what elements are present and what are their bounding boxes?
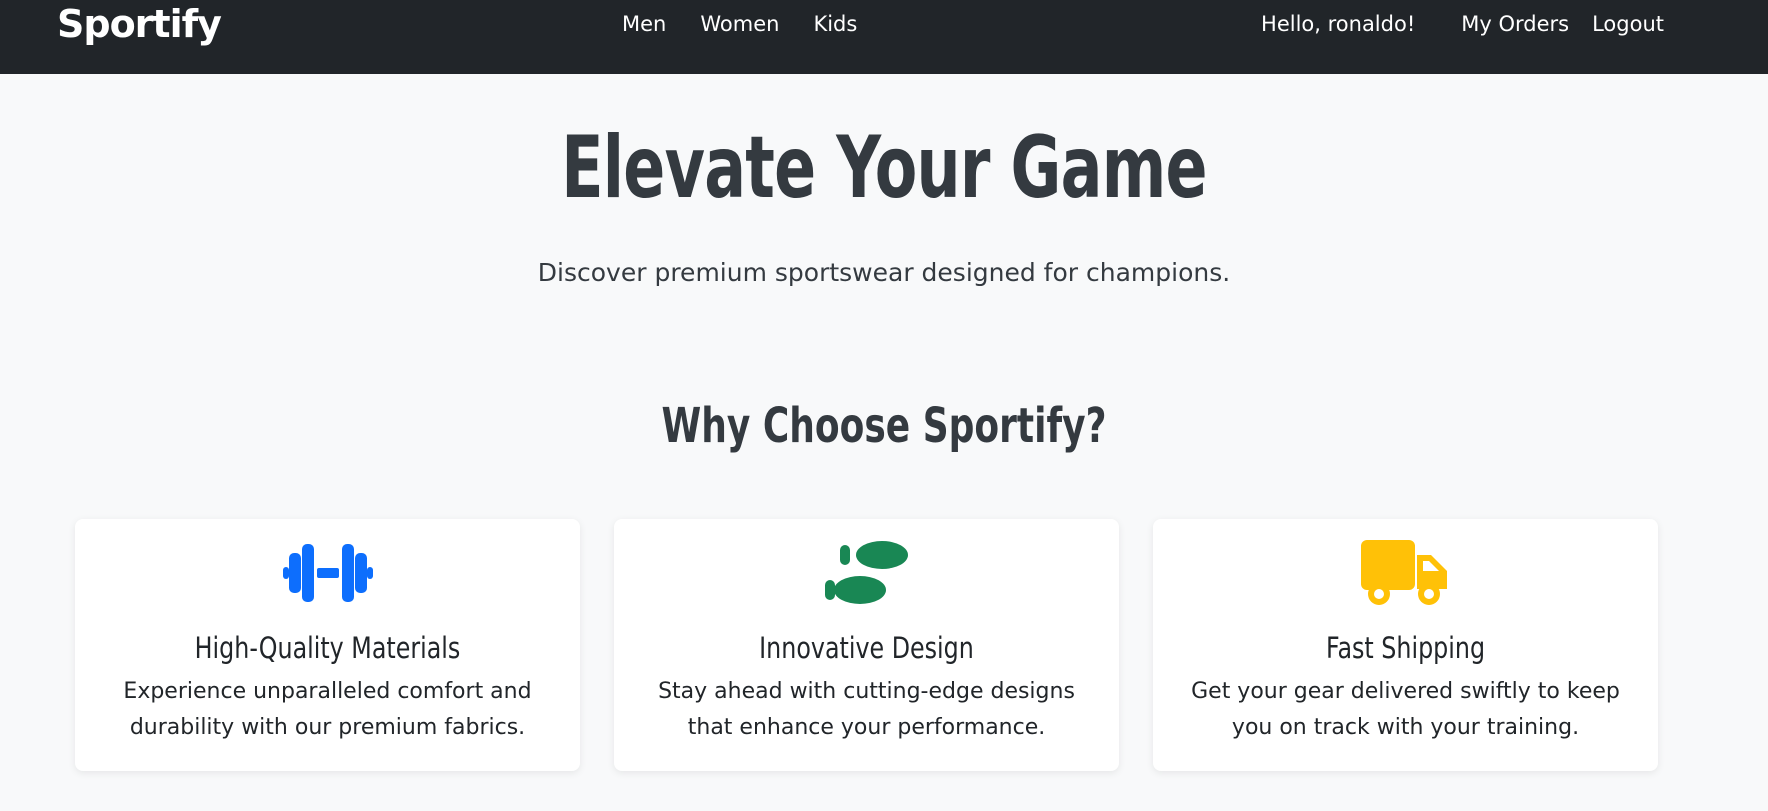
category-nav: Men Women Kids [622, 0, 857, 48]
shoe-prints-icon [824, 541, 908, 604]
features-section-title: Why Choose Sportify? [661, 398, 1107, 454]
hero-subtitle: Discover premium sportswear designed for… [537, 258, 1231, 287]
feature-card-shipping: Fast Shipping Get your gear delivered sw… [1153, 519, 1658, 771]
feature-title: High-Quality Materials [194, 631, 461, 665]
dumbbell-icon [282, 544, 373, 602]
nav-link-men[interactable]: Men [622, 12, 666, 36]
feature-title: Innovative Design [759, 631, 974, 665]
nav-link-kids[interactable]: Kids [813, 12, 857, 36]
top-navbar: Sportify Men Women Kids Hello, ronaldo! … [0, 0, 1768, 74]
feature-title: Fast Shipping [1325, 631, 1486, 665]
nav-link-women[interactable]: Women [700, 12, 779, 36]
hero-title: Elevate Your Game [561, 118, 1207, 218]
feature-description: Stay ahead with cutting-edge designs tha… [658, 679, 1075, 740]
account-nav: Hello, ronaldo! My Orders Logout [1261, 0, 1664, 48]
feature-description: Experience unparalleled comfort and dura… [123, 679, 532, 740]
brand-logo-link[interactable]: Sportify [57, 0, 222, 48]
user-greeting: Hello, ronaldo! [1261, 12, 1416, 36]
my-orders-link[interactable]: My Orders [1461, 12, 1569, 36]
truck-icon [1360, 540, 1447, 605]
feature-description: Get your gear delivered swiftly to keep … [1191, 679, 1620, 740]
feature-card-design: Innovative Design Stay ahead with cuttin… [614, 519, 1119, 771]
feature-card-materials: High-Quality Materials Experience unpara… [75, 519, 580, 771]
logout-link[interactable]: Logout [1592, 12, 1664, 36]
